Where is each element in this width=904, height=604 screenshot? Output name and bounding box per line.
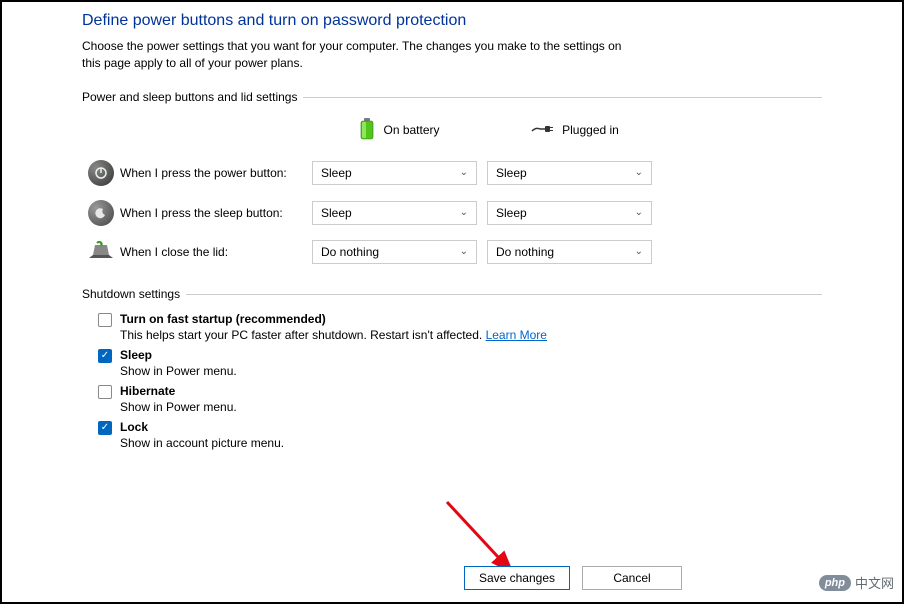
chevron-down-icon: ⌄	[460, 207, 468, 218]
sleep-button-label: When I press the sleep button:	[120, 206, 312, 220]
fast-startup-description: This helps start your PC faster after sh…	[120, 328, 547, 342]
power-button-battery-dropdown[interactable]: Sleep ⌄	[312, 161, 477, 185]
lock-description: Show in account picture menu.	[120, 436, 284, 450]
chevron-down-icon: ⌄	[460, 167, 468, 178]
battery-icon	[359, 118, 375, 143]
plug-icon	[530, 123, 554, 138]
close-lid-label: When I close the lid:	[120, 245, 312, 259]
close-lid-plugged-dropdown[interactable]: Do nothing ⌄	[487, 240, 652, 264]
page-title: Define power buttons and turn on passwor…	[82, 12, 822, 30]
sleep-label: Sleep	[120, 348, 237, 362]
cancel-button[interactable]: Cancel	[582, 566, 682, 590]
lock-checkbox[interactable]	[98, 421, 112, 435]
chevron-down-icon: ⌄	[635, 207, 643, 218]
sleep-checkbox[interactable]	[98, 349, 112, 363]
power-button-plugged-dropdown[interactable]: Sleep ⌄	[487, 161, 652, 185]
sleep-button-icon	[88, 200, 114, 226]
chevron-down-icon: ⌄	[635, 167, 643, 178]
power-button-label: When I press the power button:	[120, 166, 312, 180]
page-description: Choose the power settings that you want …	[82, 38, 642, 72]
sleep-button-battery-dropdown[interactable]: Sleep ⌄	[312, 201, 477, 225]
chevron-down-icon: ⌄	[635, 246, 643, 257]
learn-more-link[interactable]: Learn More	[486, 328, 547, 342]
hibernate-checkbox[interactable]	[98, 385, 112, 399]
section-shutdown-label: Shutdown settings	[82, 287, 186, 301]
watermark: php 中文网	[819, 573, 894, 592]
sleep-description: Show in Power menu.	[120, 364, 237, 378]
column-plugged-in: Plugged in	[487, 123, 662, 138]
lid-icon	[87, 241, 115, 262]
save-changes-button[interactable]: Save changes	[464, 566, 570, 590]
hibernate-label: Hibernate	[120, 384, 237, 398]
hibernate-description: Show in Power menu.	[120, 400, 237, 414]
power-button-icon	[88, 160, 114, 186]
fast-startup-label: Turn on fast startup (recommended)	[120, 312, 547, 326]
column-on-battery: On battery	[312, 118, 487, 143]
section-power-sleep-label: Power and sleep buttons and lid settings	[82, 90, 303, 104]
sleep-button-plugged-dropdown[interactable]: Sleep ⌄	[487, 201, 652, 225]
chevron-down-icon: ⌄	[460, 246, 468, 257]
lock-label: Lock	[120, 420, 284, 434]
close-lid-battery-dropdown[interactable]: Do nothing ⌄	[312, 240, 477, 264]
fast-startup-checkbox[interactable]	[98, 313, 112, 327]
